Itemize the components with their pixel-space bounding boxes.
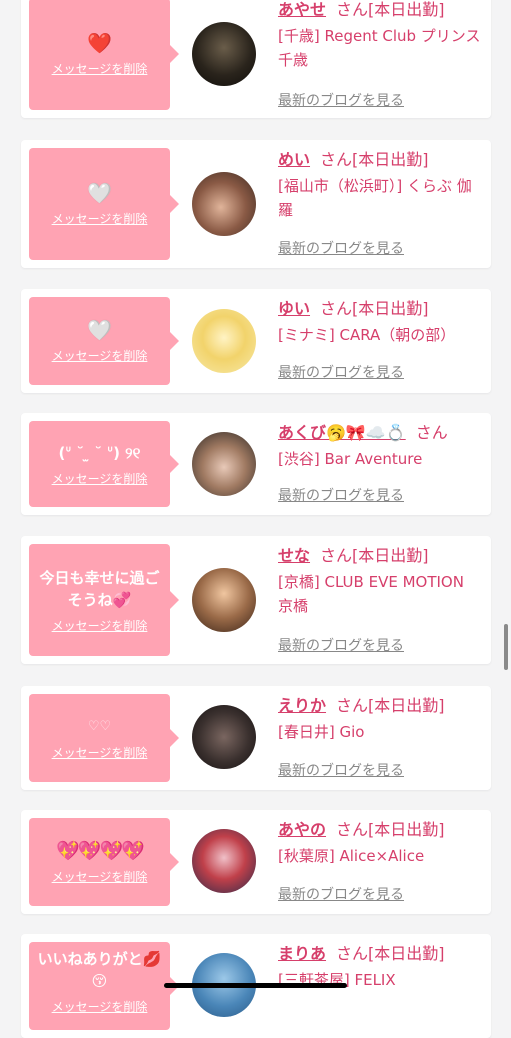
delete-message-link[interactable]: メッセージを削除 xyxy=(52,210,148,227)
latest-blog-link[interactable]: 最新のブログを見る xyxy=(278,90,404,110)
delete-message-link[interactable]: メッセージを削除 xyxy=(52,60,148,77)
delete-message-link[interactable]: メッセージを削除 xyxy=(52,617,148,634)
message-bubble: 🤍 メッセージを削除 xyxy=(29,297,179,385)
honorific: さん xyxy=(415,423,448,442)
message-bubble: 💖💖💖💖 メッセージを削除 xyxy=(29,818,179,906)
honorific: さん xyxy=(336,820,369,839)
honorific: さん xyxy=(336,944,369,963)
cast-name-link[interactable]: えりか xyxy=(278,696,326,715)
message-card: 今日も幸せに過ごそうね💞 メッセージを削除 せな さん[本日出勤] [京橋] CL… xyxy=(21,536,491,664)
honorific: さん xyxy=(336,0,369,19)
delete-message-link[interactable]: メッセージを削除 xyxy=(52,347,148,364)
attendance-status: [本日出勤] xyxy=(352,150,429,169)
shop-name: [春日井] Gio xyxy=(278,723,365,741)
attendance-status: [本日出勤] xyxy=(352,546,429,565)
message-bubble: いいねありがと💋😚 メッセージを削除 xyxy=(29,942,179,1030)
attendance-status: [本日出勤] xyxy=(368,944,445,963)
avatar[interactable] xyxy=(192,432,256,496)
home-indicator[interactable] xyxy=(164,983,347,988)
latest-blog-link[interactable]: 最新のブログを見る xyxy=(278,238,404,258)
message-text: ❤️ xyxy=(87,30,112,55)
avatar[interactable] xyxy=(192,172,256,236)
cast-name-link[interactable]: まりあ xyxy=(278,944,326,963)
message-text: ♡♡ xyxy=(87,718,112,734)
shop-name: [三軒茶屋] FELIX xyxy=(278,971,396,989)
message-text: 今日も幸せに過ごそうね💞 xyxy=(39,568,160,609)
avatar[interactable] xyxy=(192,568,256,632)
cast-name-link[interactable]: あやの xyxy=(278,820,326,839)
message-card: (ᐡ ˘ ̫ ˘ ᐡ) ୨୧ メッセージを削除 あくび🥱🎀☁️💍 さん [渋谷] … xyxy=(21,413,491,515)
message-bubble: ❤️ メッセージを削除 xyxy=(29,0,179,110)
attendance-status: [本日出勤] xyxy=(352,299,429,318)
attendance-status: [本日出勤] xyxy=(368,820,445,839)
message-text: 💖💖💖💖 xyxy=(56,839,145,862)
cast-name-link[interactable]: あくび🥱🎀☁️💍 xyxy=(278,423,406,442)
message-card: 🤍 メッセージを削除 ゆい さん[本日出勤] [ミナミ] CARA（朝の部） 最新… xyxy=(21,289,491,393)
avatar[interactable] xyxy=(192,829,256,893)
message-bubble: ♡♡ メッセージを削除 xyxy=(29,694,179,782)
delete-message-link[interactable]: メッセージを削除 xyxy=(52,998,148,1015)
shop-name: [京橋] CLUB EVE MOTION 京橋 xyxy=(278,573,464,615)
cast-name-link[interactable]: せな xyxy=(278,546,310,565)
delete-message-link[interactable]: メッセージを削除 xyxy=(52,868,148,885)
delete-message-link[interactable]: メッセージを削除 xyxy=(52,470,148,487)
honorific: さん xyxy=(320,546,353,565)
shop-name: [渋谷] Bar Aventure xyxy=(278,450,423,468)
honorific: さん xyxy=(336,696,369,715)
latest-blog-link[interactable]: 最新のブログを見る xyxy=(278,635,404,655)
message-text: いいねありがと💋😚 xyxy=(37,950,162,990)
attendance-status: [本日出勤] xyxy=(368,0,445,19)
message-card: ♡♡ メッセージを削除 えりか さん[本日出勤] [春日井] Gio 最新のブログ… xyxy=(21,686,491,790)
shop-name: [秋葉原] Alice×Alice xyxy=(278,847,425,865)
message-bubble: (ᐡ ˘ ̫ ˘ ᐡ) ୨୧ メッセージを削除 xyxy=(29,421,179,507)
avatar[interactable] xyxy=(192,705,256,769)
latest-blog-link[interactable]: 最新のブログを見る xyxy=(278,362,404,382)
message-text: 🤍 xyxy=(87,317,112,342)
avatar[interactable] xyxy=(192,22,256,86)
attendance-status: [本日出勤] xyxy=(368,696,445,715)
message-text: 🤍 xyxy=(87,180,112,205)
message-text: (ᐡ ˘ ̫ ˘ ᐡ) ୨୧ xyxy=(58,443,141,462)
shop-name: [ミナミ] CARA（朝の部） xyxy=(278,326,456,344)
shop-name: [福山市（松浜町）] くらぶ 伽羅 xyxy=(278,177,472,219)
message-bubble: 🤍 メッセージを削除 xyxy=(29,148,179,260)
message-card: ❤️ メッセージを削除 あやせ さん[本日出勤] [千歳] Regent Club… xyxy=(21,0,491,118)
cast-name-link[interactable]: あやせ xyxy=(278,0,326,19)
message-bubble: 今日も幸せに過ごそうね💞 メッセージを削除 xyxy=(29,544,179,656)
honorific: さん xyxy=(320,150,353,169)
message-card: 💖💖💖💖 メッセージを削除 あやの さん[本日出勤] [秋葉原] Alice×Al… xyxy=(21,810,491,914)
message-card: 🤍 メッセージを削除 めい さん[本日出勤] [福山市（松浜町）] くらぶ 伽羅 … xyxy=(21,140,491,268)
honorific: さん xyxy=(320,299,353,318)
cast-name-link[interactable]: ゆい xyxy=(278,299,310,318)
scrollbar-thumb[interactable] xyxy=(504,624,508,670)
delete-message-link[interactable]: メッセージを削除 xyxy=(52,744,148,761)
latest-blog-link[interactable]: 最新のブログを見る xyxy=(278,884,404,904)
shop-name: [千歳] Regent Club プリンス 千歳 xyxy=(278,27,481,69)
avatar[interactable] xyxy=(192,309,256,373)
latest-blog-link[interactable]: 最新のブログを見る xyxy=(278,760,404,780)
latest-blog-link[interactable]: 最新のブログを見る xyxy=(278,485,404,505)
cast-name-link[interactable]: めい xyxy=(278,150,310,169)
